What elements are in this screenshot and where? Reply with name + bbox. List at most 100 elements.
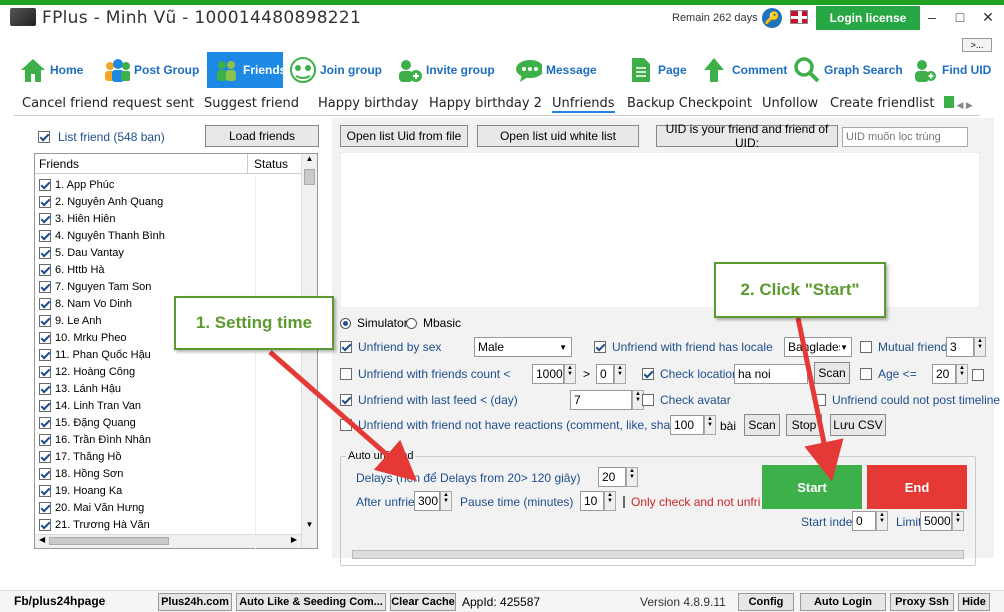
- pause-stepper[interactable]: ▲ ▼: [604, 491, 616, 511]
- by-sex-checkbox[interactable]: [340, 341, 352, 353]
- end-button[interactable]: End: [867, 465, 967, 509]
- more-button[interactable]: >...: [962, 38, 992, 52]
- clear-cache-button[interactable]: Clear Cache: [390, 593, 456, 611]
- after-unfriend-input[interactable]: 300: [414, 491, 440, 511]
- tab-happy-birthday[interactable]: Happy birthday: [318, 96, 419, 111]
- reactions-checkbox[interactable]: [340, 419, 352, 431]
- uid-filter-input[interactable]: [842, 127, 968, 147]
- mutual-checkbox[interactable]: [860, 341, 872, 353]
- age-stepper[interactable]: ▲ ▼: [956, 364, 968, 384]
- friends-count-input-2[interactable]: 0: [596, 364, 614, 384]
- age-checkbox[interactable]: [860, 368, 872, 380]
- tab-backup-checkpoint[interactable]: Backup Checkpoint: [627, 96, 752, 111]
- friend-checkbox[interactable]: [39, 263, 51, 276]
- auto-login-button[interactable]: Auto Login: [800, 593, 886, 611]
- last-feed-input[interactable]: 7: [570, 390, 632, 410]
- fb-page-link[interactable]: Fb/plus24hpage: [14, 594, 105, 608]
- friend-row[interactable]: 12. Hoàng Công: [35, 363, 301, 380]
- nav-post-group[interactable]: Post Group: [102, 52, 199, 88]
- friend-row[interactable]: 18. Hồng Sơn: [35, 465, 301, 482]
- load-friends-button[interactable]: Load friends: [205, 125, 319, 147]
- scan-location-button[interactable]: Scan: [814, 362, 850, 384]
- tab-cancel-request[interactable]: Cancel friend request sent: [22, 96, 194, 111]
- delays-input[interactable]: 20: [598, 467, 626, 487]
- friends-list-scrollbar[interactable]: ▲ ▼: [301, 154, 317, 548]
- friend-row[interactable]: 6. Httb Hà: [35, 261, 301, 278]
- friend-row[interactable]: 15. Đặng Quang: [35, 414, 301, 431]
- option-by-sex[interactable]: Unfriend by sex: [340, 340, 441, 354]
- uk-flag-icon[interactable]: [790, 10, 808, 24]
- after-unfriend-stepper[interactable]: ▲ ▼: [440, 491, 452, 511]
- pause-input[interactable]: 10: [580, 491, 604, 511]
- option-mutual[interactable]: Mutual friend <: [860, 340, 958, 354]
- friend-checkbox[interactable]: [39, 331, 51, 344]
- friend-row[interactable]: 14. Linh Tran Van: [35, 397, 301, 414]
- start-index-stepper[interactable]: ▲ ▼: [876, 511, 888, 531]
- check-avatar-checkbox[interactable]: [642, 394, 654, 406]
- friend-checkbox[interactable]: [39, 280, 51, 293]
- reactions-stepper[interactable]: ▲ ▼: [704, 415, 716, 435]
- nav-comment[interactable]: Comment: [700, 52, 787, 88]
- location-input[interactable]: ha noi: [734, 364, 808, 384]
- friend-row[interactable]: 4. Nguyễn Thanh Bình: [35, 227, 301, 244]
- nav-graph-search[interactable]: Graph Search: [792, 52, 903, 88]
- locale-checkbox[interactable]: [594, 341, 606, 353]
- friend-checkbox[interactable]: [39, 416, 51, 429]
- option-no-post[interactable]: Unfriend could not post timeline: [814, 393, 1000, 407]
- key-icon[interactable]: 🔑: [762, 8, 782, 28]
- uid-friend-of-button[interactable]: UID is your friend and friend of UID:: [656, 122, 838, 150]
- close-button[interactable]: ✕: [974, 6, 1002, 28]
- friend-row[interactable]: 21. Trương Hà Văn: [35, 516, 301, 533]
- friend-checkbox[interactable]: [39, 382, 51, 395]
- tab-create-friendlist[interactable]: Create friendlist: [830, 96, 934, 111]
- scan-button[interactable]: Scan: [744, 414, 780, 436]
- no-post-checkbox[interactable]: [814, 394, 826, 406]
- limit-input[interactable]: 5000: [920, 511, 952, 531]
- sex-select[interactable]: Male ▼: [474, 337, 572, 357]
- friend-row[interactable]: 17. Thắng Hồ: [35, 448, 301, 465]
- friend-checkbox[interactable]: [39, 212, 51, 225]
- mode-mbasic[interactable]: Mbasic: [406, 316, 461, 330]
- friend-row[interactable]: 7. Nguyen Tam Son: [35, 278, 301, 295]
- open-white-list-button[interactable]: Open list uid white list: [477, 125, 639, 147]
- friends-count-stepper-2[interactable]: ▲ ▼: [614, 364, 626, 384]
- mode-simulator[interactable]: Simulator: [340, 316, 408, 330]
- option-friends-count[interactable]: Unfriend with friends count <: [340, 367, 510, 381]
- tab-scroll-arrows[interactable]: ◀ ▶: [944, 96, 976, 110]
- tab-unfriends[interactable]: Unfriends: [552, 96, 615, 113]
- tab-suggest-friend[interactable]: Suggest friend: [204, 96, 299, 111]
- last-feed-checkbox[interactable]: [340, 394, 352, 406]
- friend-checkbox[interactable]: [39, 178, 51, 191]
- friend-row[interactable]: 20. Mai Văn Hưng: [35, 499, 301, 516]
- save-csv-button[interactable]: Lưu CSV: [830, 414, 886, 436]
- config-button[interactable]: Config: [738, 593, 794, 611]
- minimize-button[interactable]: –: [918, 6, 946, 28]
- friend-checkbox[interactable]: [39, 314, 51, 327]
- option-check-location[interactable]: Check location: [642, 367, 739, 381]
- friend-checkbox[interactable]: [39, 365, 51, 378]
- friends-count-stepper[interactable]: ▲ ▼: [564, 364, 576, 384]
- friend-checkbox[interactable]: [39, 450, 51, 463]
- list-friend-check[interactable]: List friend (548 bạn): [38, 130, 165, 144]
- only-check-checkbox[interactable]: [623, 496, 625, 508]
- friend-checkbox[interactable]: [39, 501, 51, 514]
- friend-row[interactable]: 19. Hoang Ka: [35, 482, 301, 499]
- mutual-stepper[interactable]: ▲ ▼: [974, 337, 986, 357]
- friends-count-checkbox[interactable]: [340, 368, 352, 380]
- nav-find-uid[interactable]: Find UID: [910, 52, 991, 88]
- friend-checkbox[interactable]: [39, 433, 51, 446]
- age-extra-checkbox[interactable]: [972, 368, 984, 381]
- option-check-avatar[interactable]: Check avatar: [642, 393, 731, 407]
- option-age[interactable]: Age <=: [860, 367, 917, 381]
- maximize-button[interactable]: □: [946, 6, 974, 28]
- hide-button[interactable]: Hide: [958, 593, 990, 611]
- auto-like-button[interactable]: Auto Like & Seeding Com...: [236, 593, 386, 611]
- mutual-input[interactable]: 3: [946, 337, 974, 357]
- check-location-checkbox[interactable]: [642, 368, 654, 380]
- friend-checkbox[interactable]: [39, 246, 51, 259]
- friend-checkbox[interactable]: [39, 467, 51, 480]
- friend-row[interactable]: 2. Nguyễn Anh Quang: [35, 193, 301, 210]
- proxy-ssh-button[interactable]: Proxy Ssh: [890, 593, 954, 611]
- nav-join-group[interactable]: Join group: [288, 52, 382, 88]
- friends-list-hscrollbar[interactable]: ◀ ▶: [35, 534, 301, 548]
